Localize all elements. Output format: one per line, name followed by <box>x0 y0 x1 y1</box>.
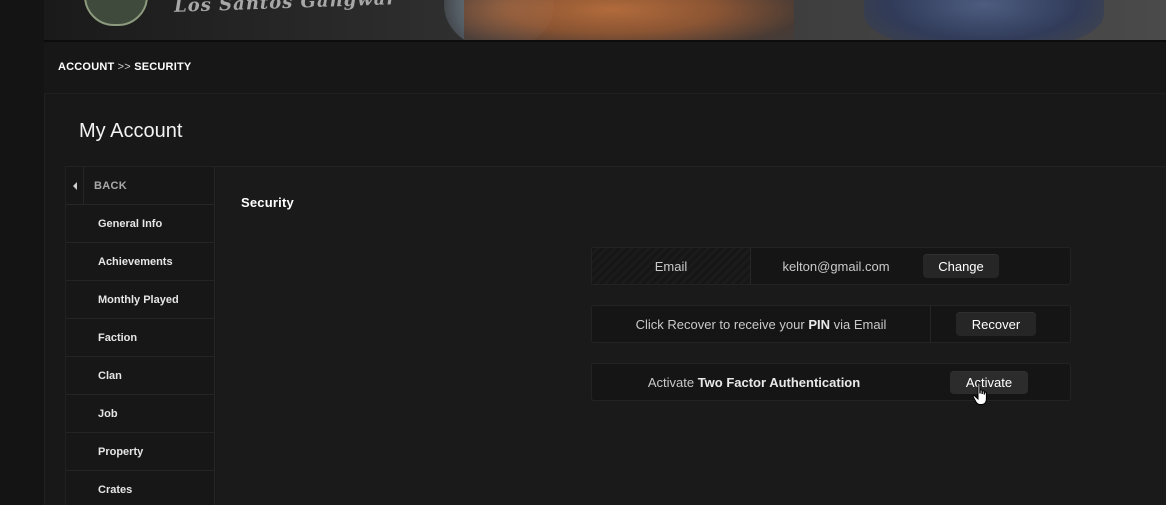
email-value: kelton@gmail.com <box>782 258 890 274</box>
breadcrumb-account[interactable]: ACCOUNT <box>58 61 114 73</box>
breadcrumb-separator: >> <box>117 61 131 73</box>
sidebar-item-job[interactable]: Job <box>66 395 214 433</box>
sidebar-back-label: BACK <box>94 179 127 192</box>
page-title: My Account <box>79 120 183 142</box>
twofa-text-before: Activate <box>647 374 695 390</box>
logo-emblem-icon[interactable] <box>84 0 148 26</box>
pin-action-cell: Recover <box>931 306 1061 342</box>
pin-recover-text: Click Recover to receive your PIN via Em… <box>592 306 930 342</box>
sidebar-item-clan[interactable]: Clan <box>66 357 214 395</box>
logo-text[interactable]: Los Santos Gangwar <box>174 0 397 17</box>
sidebar-item-achievements[interactable]: Achievements <box>66 243 214 281</box>
recover-pin-button[interactable]: Recover <box>956 312 1036 336</box>
pin-recover-row: Click Recover to receive your PIN via Em… <box>591 305 1071 343</box>
sidebar-item-general-info[interactable]: General Info <box>66 205 214 243</box>
hand-cursor-icon <box>972 382 987 405</box>
two-factor-text: Activate Two Factor Authentication <box>592 364 916 400</box>
email-action-cell: Change <box>921 248 1001 284</box>
sidebar-item-faction[interactable]: Faction <box>66 319 214 357</box>
pin-text-after: via Email <box>833 316 887 332</box>
back-arrow-box <box>66 166 84 205</box>
caret-left-icon <box>72 181 77 190</box>
banner-art-character-blue <box>864 0 1104 42</box>
header-banner: Los Santos Gangwar <box>44 0 1166 42</box>
sidebar-item-crates[interactable]: Crates <box>66 471 214 505</box>
breadcrumb-bar: ACCOUNT >> SECURITY <box>44 42 1166 94</box>
sidebar-item-property[interactable]: Property <box>66 433 214 471</box>
email-row: Email kelton@gmail.com Change <box>591 247 1071 285</box>
twofa-text-bold: Two Factor Authentication <box>697 374 861 390</box>
change-email-button[interactable]: Change <box>923 254 999 278</box>
sidebar-back-button[interactable]: BACK <box>66 166 214 205</box>
sidebar: BACK General Info Achievements Monthly P… <box>65 166 215 505</box>
page: Los Santos Gangwar ACCOUNT >> SECURITY M… <box>0 0 1166 505</box>
security-content: Security Email kelton@gmail.com Change C… <box>216 167 1166 505</box>
two-factor-row: Activate Two Factor Authentication Activ… <box>591 363 1071 401</box>
sidebar-item-monthly-played[interactable]: Monthly Played <box>66 281 214 319</box>
banner-art-character-orange <box>464 0 794 42</box>
email-label: Email <box>592 248 750 284</box>
account-panel: My Account BACK General Info Achievement… <box>44 94 1166 505</box>
breadcrumb: ACCOUNT >> SECURITY <box>58 61 191 73</box>
pin-text-bold: PIN <box>808 316 830 332</box>
pin-text-before: Click Recover to receive your <box>635 316 805 332</box>
breadcrumb-security: SECURITY <box>134 61 192 73</box>
section-title: Security <box>241 195 294 210</box>
